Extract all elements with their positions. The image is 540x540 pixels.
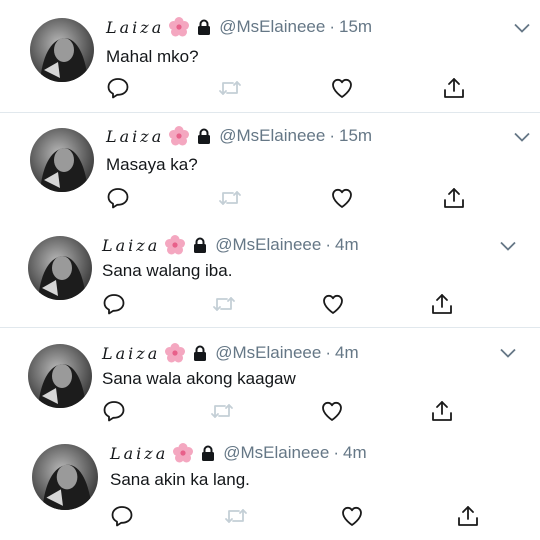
- timestamp[interactable]: 4m: [335, 235, 359, 255]
- separator: ·: [329, 17, 336, 36]
- retweet-icon[interactable]: [218, 186, 242, 210]
- reply-icon[interactable]: [102, 292, 126, 316]
- share-icon[interactable]: [456, 504, 480, 528]
- handle[interactable]: @MsElaineee: [219, 126, 325, 146]
- share-icon[interactable]: [430, 292, 454, 316]
- display-name[interactable]: Laiza: [106, 18, 164, 37]
- separator: ·: [325, 343, 332, 362]
- handle[interactable]: @MsElaineee: [215, 235, 321, 255]
- avatar[interactable]: [32, 444, 98, 510]
- avatar[interactable]: [30, 18, 94, 82]
- cherry-blossom-icon: [165, 235, 186, 255]
- timestamp[interactable]: 15m: [339, 126, 372, 146]
- tweet[interactable]: Laiza @MsElaineee · 15m Mahal mko?: [0, 0, 540, 112]
- lock-icon: [198, 128, 211, 144]
- avatar[interactable]: [28, 344, 92, 408]
- cherry-blossom-icon: [165, 343, 186, 363]
- display-name[interactable]: Laiza: [106, 127, 164, 146]
- avatar[interactable]: [28, 236, 92, 300]
- share-icon[interactable]: [442, 76, 466, 100]
- chevron-down-icon[interactable]: [514, 132, 530, 142]
- tweet-text: Masaya ka?: [106, 155, 198, 174]
- reply-icon[interactable]: [106, 76, 130, 100]
- display-name[interactable]: Laiza: [102, 344, 160, 363]
- reply-icon[interactable]: [110, 504, 134, 528]
- retweet-icon[interactable]: [210, 399, 234, 423]
- share-icon[interactable]: [442, 186, 466, 210]
- separator: ·: [329, 126, 336, 145]
- timestamp[interactable]: 4m: [335, 343, 359, 363]
- tweet-text: Sana akin ka lang.: [110, 470, 250, 489]
- retweet-icon[interactable]: [224, 504, 248, 528]
- separator: ·: [325, 235, 332, 254]
- cherry-blossom-icon: [173, 443, 194, 463]
- timestamp[interactable]: 15m: [339, 17, 372, 37]
- tweet-text: Sana wala akong kaagaw: [102, 369, 296, 388]
- handle[interactable]: @MsElaineee: [223, 443, 329, 463]
- like-icon[interactable]: [330, 186, 354, 210]
- lock-icon: [194, 237, 207, 253]
- tweet-text: Sana walang iba.: [102, 261, 233, 280]
- lock-icon: [202, 445, 215, 461]
- display-name[interactable]: Laiza: [110, 444, 168, 463]
- display-name[interactable]: Laiza: [102, 236, 160, 255]
- cherry-blossom-icon: [169, 17, 190, 37]
- lock-icon: [194, 345, 207, 361]
- separator: ·: [333, 443, 340, 462]
- tweet[interactable]: Laiza @MsElaineee · 4m Sana walang iba.: [0, 221, 540, 327]
- chevron-down-icon[interactable]: [500, 348, 516, 358]
- tweet[interactable]: Laiza @MsElaineee · 4m Sana wala akong k…: [0, 328, 540, 434]
- like-icon[interactable]: [320, 399, 344, 423]
- share-icon[interactable]: [430, 399, 454, 423]
- reply-icon[interactable]: [106, 186, 130, 210]
- chevron-down-icon[interactable]: [514, 23, 530, 33]
- retweet-icon[interactable]: [212, 292, 236, 316]
- lock-icon: [198, 19, 211, 35]
- tweet[interactable]: Laiza @MsElaineee · 4m Sana akin ka lang…: [0, 434, 540, 540]
- avatar[interactable]: [30, 128, 94, 192]
- retweet-icon[interactable]: [218, 76, 242, 100]
- cherry-blossom-icon: [169, 126, 190, 146]
- like-icon[interactable]: [330, 76, 354, 100]
- handle[interactable]: @MsElaineee: [219, 17, 325, 37]
- chevron-down-icon[interactable]: [500, 241, 516, 251]
- tweet[interactable]: Laiza @MsElaineee · 15m Masaya ka?: [0, 113, 540, 221]
- tweet-text: Mahal mko?: [106, 47, 199, 66]
- handle[interactable]: @MsElaineee: [215, 343, 321, 363]
- timestamp[interactable]: 4m: [343, 443, 367, 463]
- reply-icon[interactable]: [102, 399, 126, 423]
- like-icon[interactable]: [340, 504, 364, 528]
- like-icon[interactable]: [321, 292, 345, 316]
